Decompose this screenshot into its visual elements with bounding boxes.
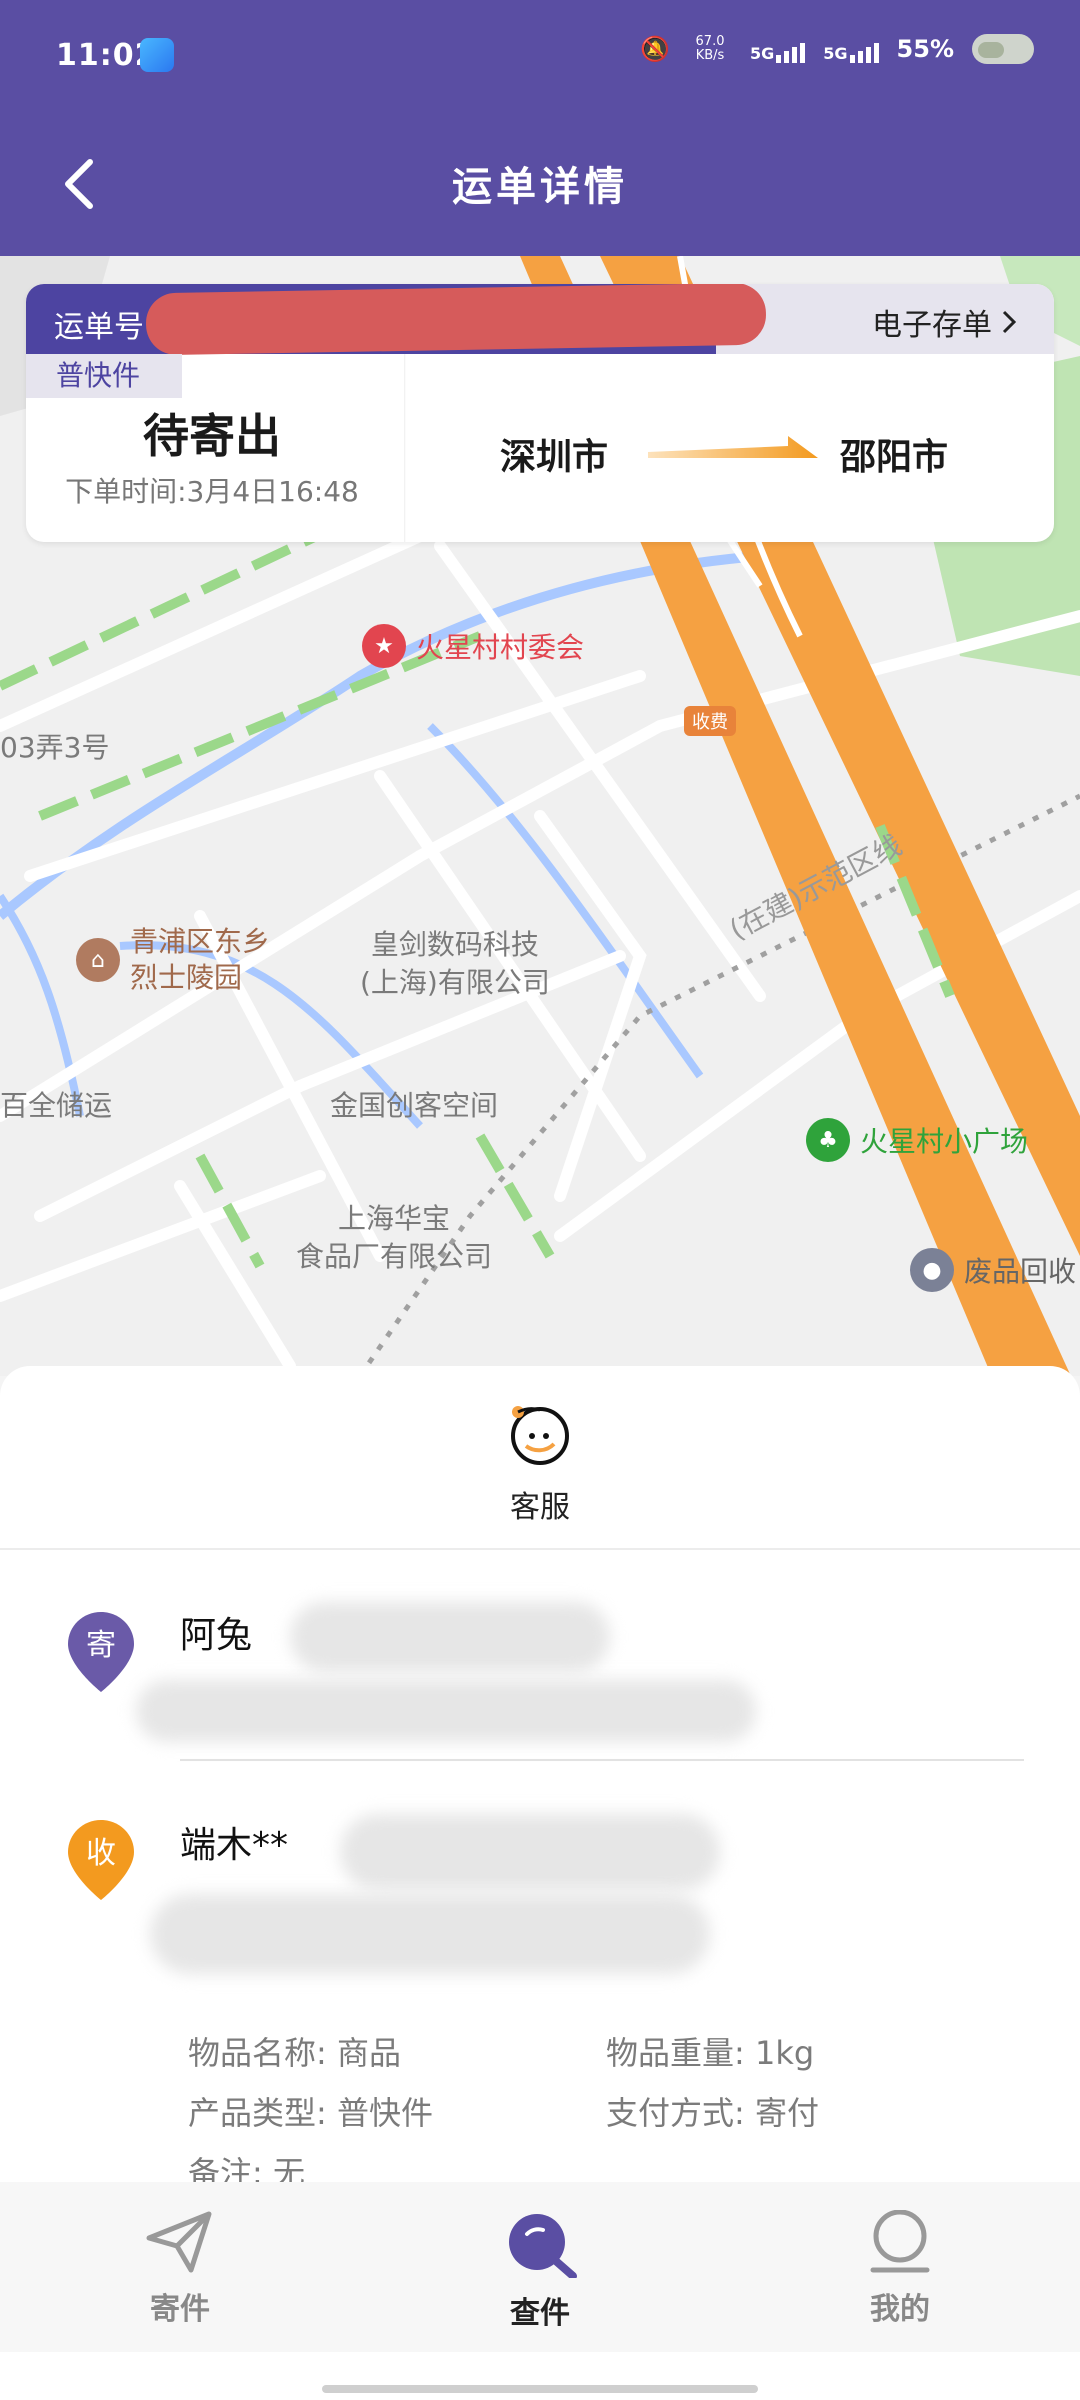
signal-1: 5G [750,35,806,63]
customer-service-button[interactable]: 客服 [0,1366,1080,1546]
customer-service-icon [511,1406,569,1465]
receiver-name: 端木** [180,1825,289,1866]
order-status: 待寄出 [143,409,281,463]
sender-name: 阿兔 [180,1615,253,1656]
status-bar: 11:02 🔕 67.0 KB/s 5G 5G 55% [0,0,1080,120]
redacted-receiver-address [150,1894,710,1974]
search-icon [509,2214,577,2280]
map-poi-square[interactable]: ♣ 火星村小广场 [806,1118,1028,1162]
order-header: 运单号 电子存单 [26,284,1054,356]
tab-track[interactable]: 查件 [440,2210,640,2332]
map-poi-martyrs-cemetery[interactable]: ⌂ 青浦区东乡 烈士陵园 [76,924,270,996]
map-label-maker-space: 金国创客空间 [330,1089,499,1122]
star-icon: ★ [362,624,406,668]
sender-pin: 寄 [66,1610,136,1694]
signal-2: 5G [823,35,879,63]
item-name-row: 物品名称: 商品 [188,2034,401,2072]
express-type-badge: 普快件 [26,354,182,398]
chevron-right-icon [1002,310,1017,334]
title-bar: 运单详情 [0,120,1080,256]
recycle-icon: ● [910,1248,954,1292]
app-notification-icon [140,38,174,72]
home-indicator[interactable] [322,2385,758,2393]
electronic-receipt-link[interactable]: 电子存单 [872,300,1018,344]
remark-row: 备注: 无 [188,2154,305,2182]
battery-percent: 55% [896,35,954,63]
redacted-receiver-phone [340,1814,720,1890]
route-arrow-icon [648,436,818,458]
redacted-sender-phone [290,1602,610,1672]
mute-icon: 🔕 [640,35,671,63]
payment-row: 支付方式: 寄付 [606,2094,819,2132]
order-number-label: 运单号 [54,310,144,345]
product-type-row: 产品类型: 普快件 [188,2094,433,2132]
map-toll-badge: 收费 [684,706,736,736]
map-label-food-company: 上海华宝 食品厂有限公司 [296,1202,493,1273]
send-icon [146,2211,212,2273]
battery-icon [972,34,1034,64]
redacted-sender-address [136,1680,756,1742]
order-time: 下单时间:3月4日16:48 [65,475,359,508]
weight-row: 物品重量: 1kg [606,2034,815,2072]
profile-icon [870,2209,930,2273]
status-icons: 🔕 67.0 KB/s 5G 5G 55% [640,34,1034,64]
receiver-pin: 收 [66,1818,136,1902]
destination-city: 邵阳市 [840,437,949,478]
map-poi-village-committee[interactable]: ★ 火星村村委会 [362,624,584,668]
map-label-company: 皇剑数码科技 (上海)有限公司 [360,928,550,999]
monument-icon: ⌂ [76,938,120,982]
map-label-storage: 百全储运 [0,1089,113,1122]
bottom-tab-bar: 寄件 查件 我的 [0,2182,1080,2352]
tab-send[interactable]: 寄件 [80,2210,280,2328]
map-poi-recycle[interactable]: ● 废品回收 [910,1248,1076,1292]
tab-profile[interactable]: 我的 [800,2209,1000,2328]
origin-city: 深圳市 [500,437,609,478]
customer-service-label: 客服 [510,1490,570,1525]
tree-icon: ♣ [806,1118,850,1162]
order-summary-card: 运单号 电子存单 普快件 待寄出 下单时间:3月4日16:48 深圳市 邵阳市 [26,284,1054,542]
map-label-address: 03弄3号 [0,731,110,764]
net-speed: 67.0 KB/s [695,34,725,63]
redacted-order-number [145,284,767,356]
page-title: 运单详情 [452,164,628,210]
